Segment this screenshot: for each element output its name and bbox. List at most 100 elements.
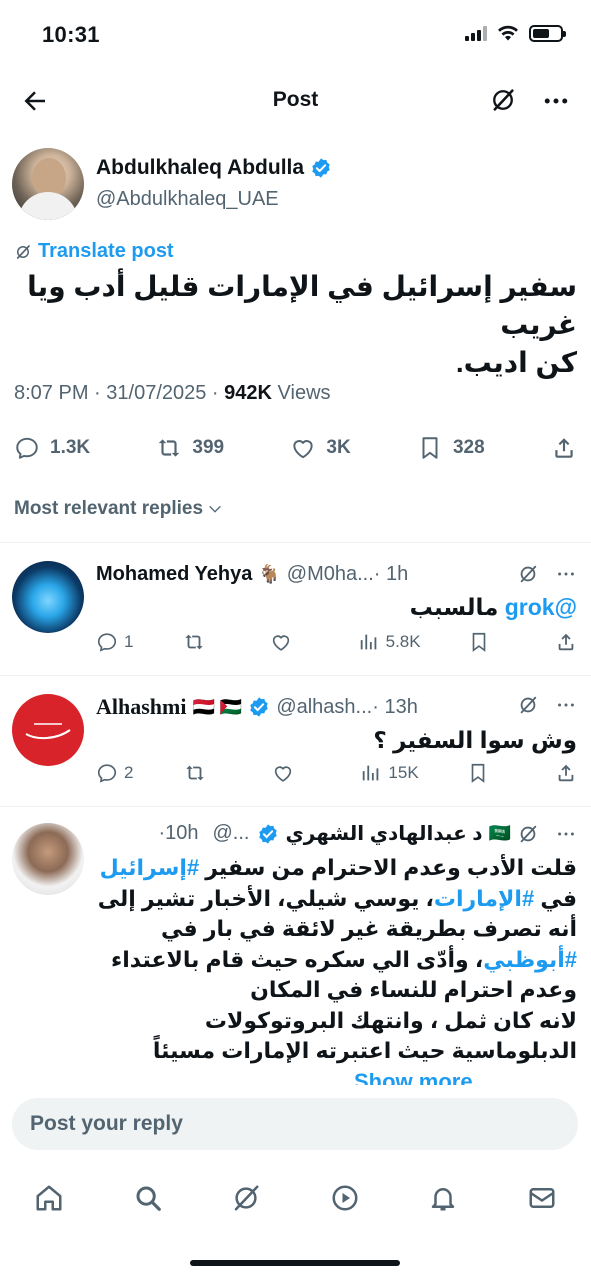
reply-repost-button[interactable]: [184, 762, 224, 784]
reply-stat[interactable]: 1.3K: [14, 435, 90, 461]
grok-icon[interactable]: [489, 86, 517, 114]
nav-home[interactable]: [34, 1183, 64, 1218]
reply-views-button[interactable]: 5.8K: [358, 631, 421, 653]
verified-badge-icon: [250, 697, 269, 717]
share-icon[interactable]: [551, 435, 577, 461]
more-options-icon[interactable]: [555, 563, 577, 585]
bookmark-stat[interactable]: 328: [417, 435, 485, 461]
repost-stat[interactable]: 399: [156, 435, 224, 461]
repost-icon: [185, 634, 203, 650]
hashtag-link[interactable]: #أبوظبي: [483, 947, 577, 972]
reply-tools: [517, 563, 577, 585]
reply-author-handle[interactable]: @M0ha...: [287, 563, 374, 586]
grok-translate-icon: [16, 244, 30, 259]
reply-repost-button[interactable]: [183, 631, 223, 653]
reply-author-handle[interactable]: @...: [212, 822, 249, 845]
reply-author-name[interactable]: د عبدالهادي الشهري: [285, 821, 482, 846]
reply-text: قلت الأدب وعدم الاحترام من سفير #إسرائيل…: [14, 853, 577, 1085]
mention-link[interactable]: @grok: [505, 594, 577, 620]
translate-label[interactable]: Translate post: [38, 240, 174, 263]
reply-time: ·10h: [158, 822, 199, 844]
reply-time: · 1h: [373, 563, 409, 585]
flag-emoji: 🇸🇦: [488, 823, 511, 843]
nav-notifications[interactable]: [428, 1183, 458, 1218]
share-icon: [558, 633, 574, 651]
reply-input[interactable]: Post your reply: [12, 1098, 578, 1150]
comment-icon: [97, 633, 117, 652]
battery-icon: [529, 24, 566, 42]
reply-comment-button[interactable]: 2: [96, 762, 136, 784]
reply-item[interactable]: Mohamed Yehya 🐐 @M0ha... · 1h @grok مالس…: [0, 543, 591, 675]
reply-like-button[interactable]: [270, 631, 310, 653]
author-name-row[interactable]: Abdulkhaleq Abdulla: [96, 156, 332, 180]
author-handle[interactable]: @Abdulkhaleq_UAE: [96, 188, 279, 211]
reply-bookmark-button[interactable]: [468, 631, 508, 653]
grok-icon[interactable]: [517, 823, 539, 845]
reply-author-name[interactable]: Alhashmi: [96, 694, 186, 720]
reply-line: الدبلوماسية حيث اعتبرته الإمارات مسيئاً: [152, 1038, 577, 1063]
post-text: سفير إسرائيل في الإمارات قليل أدب ويا غر…: [14, 268, 577, 382]
reply-line-text: في: [534, 885, 577, 911]
status-icons: [465, 24, 566, 42]
reply-avatar[interactable]: [12, 694, 84, 766]
reply-count: 1.3K: [50, 437, 91, 458]
comment-count: 1: [124, 632, 134, 651]
reply-views-button[interactable]: 15K: [360, 762, 419, 784]
reply-item[interactable]: 🇸🇦 د عبدالهادي الشهري @... ·10h قلت الأد…: [0, 807, 591, 1085]
reply-author-handle[interactable]: @alhash...: [276, 696, 372, 719]
reply-line: #أبوظبي، وأدّى الي سكره حيث قام بالاعتدا…: [14, 945, 577, 976]
reply-share-button[interactable]: [555, 762, 577, 784]
reply-avatar[interactable]: [12, 561, 84, 633]
flag-emoji: 🇾🇪 🇵🇸: [192, 696, 243, 717]
comment-count: 2: [124, 763, 134, 782]
more-options-icon[interactable]: [555, 694, 577, 716]
nav-grok[interactable]: [231, 1183, 261, 1218]
nav-video[interactable]: [330, 1183, 360, 1218]
grok-icon[interactable]: [517, 563, 539, 585]
bookmark-icon: [422, 437, 438, 459]
goat-emoji: 🐐: [258, 564, 281, 584]
grok-icon[interactable]: [517, 694, 539, 716]
post-meta: 8:07 PM · 31/07/2025 · 942K Views: [14, 382, 331, 404]
like-stat[interactable]: 3K: [290, 435, 351, 461]
reply-input-placeholder[interactable]: Post your reply: [30, 1112, 183, 1136]
top-header: Post: [0, 70, 591, 132]
bottom-nav: [0, 1166, 591, 1234]
sort-replies-dropdown[interactable]: Most relevant replies: [14, 498, 223, 520]
more-options-icon[interactable]: [541, 86, 571, 116]
bookmark-count: 328: [452, 437, 485, 458]
home-indicator: [190, 1260, 400, 1266]
nav-search[interactable]: [133, 1183, 163, 1218]
status-time: 10:31: [42, 22, 100, 47]
reply-item[interactable]: Alhashmi 🇾🇪 🇵🇸 @alhash... · 13h وش سوا ا…: [0, 676, 591, 806]
heart-icon: [273, 635, 290, 651]
hashtag-link[interactable]: #الإمارات: [434, 886, 534, 911]
views-label: Views: [277, 382, 331, 404]
reply-like-button[interactable]: [272, 762, 312, 784]
sort-label[interactable]: Most relevant replies: [14, 498, 203, 520]
verified-badge-icon: [259, 823, 278, 844]
nav-messages[interactable]: [527, 1183, 557, 1218]
reply-line: في #الإمارات، يوسي شيلي، الأخبار تشير إل…: [14, 884, 577, 915]
status-bar: 10:31: [0, 0, 591, 70]
reply-share-button[interactable]: [555, 631, 577, 653]
analytics-icon: [363, 765, 379, 781]
show-more-link[interactable]: Show more: [354, 1069, 473, 1086]
mail-icon: [529, 1187, 555, 1208]
reply-line: لانه كان ثمل ، وانتهك البروتوكولات: [204, 1007, 577, 1033]
analytics-icon: [360, 634, 376, 650]
bell-icon: [432, 1187, 455, 1210]
post-time: 8:07 PM: [14, 382, 89, 404]
reply-author-name[interactable]: Mohamed Yehya: [96, 563, 252, 586]
reply-bookmark-button[interactable]: [467, 762, 507, 784]
repost-icon: [159, 439, 180, 457]
hashtag-link[interactable]: #إسرائيل: [100, 855, 200, 880]
author-avatar[interactable]: [12, 148, 84, 220]
repost-count: 399: [192, 437, 225, 458]
more-options-icon[interactable]: [555, 823, 577, 845]
emblem-icon: [25, 723, 71, 740]
translate-post-link[interactable]: Translate post: [14, 240, 174, 263]
reply-comment-button[interactable]: 1: [96, 631, 136, 653]
author-name[interactable]: Abdulkhaleq Abdulla: [96, 156, 304, 180]
home-icon: [36, 1185, 62, 1210]
